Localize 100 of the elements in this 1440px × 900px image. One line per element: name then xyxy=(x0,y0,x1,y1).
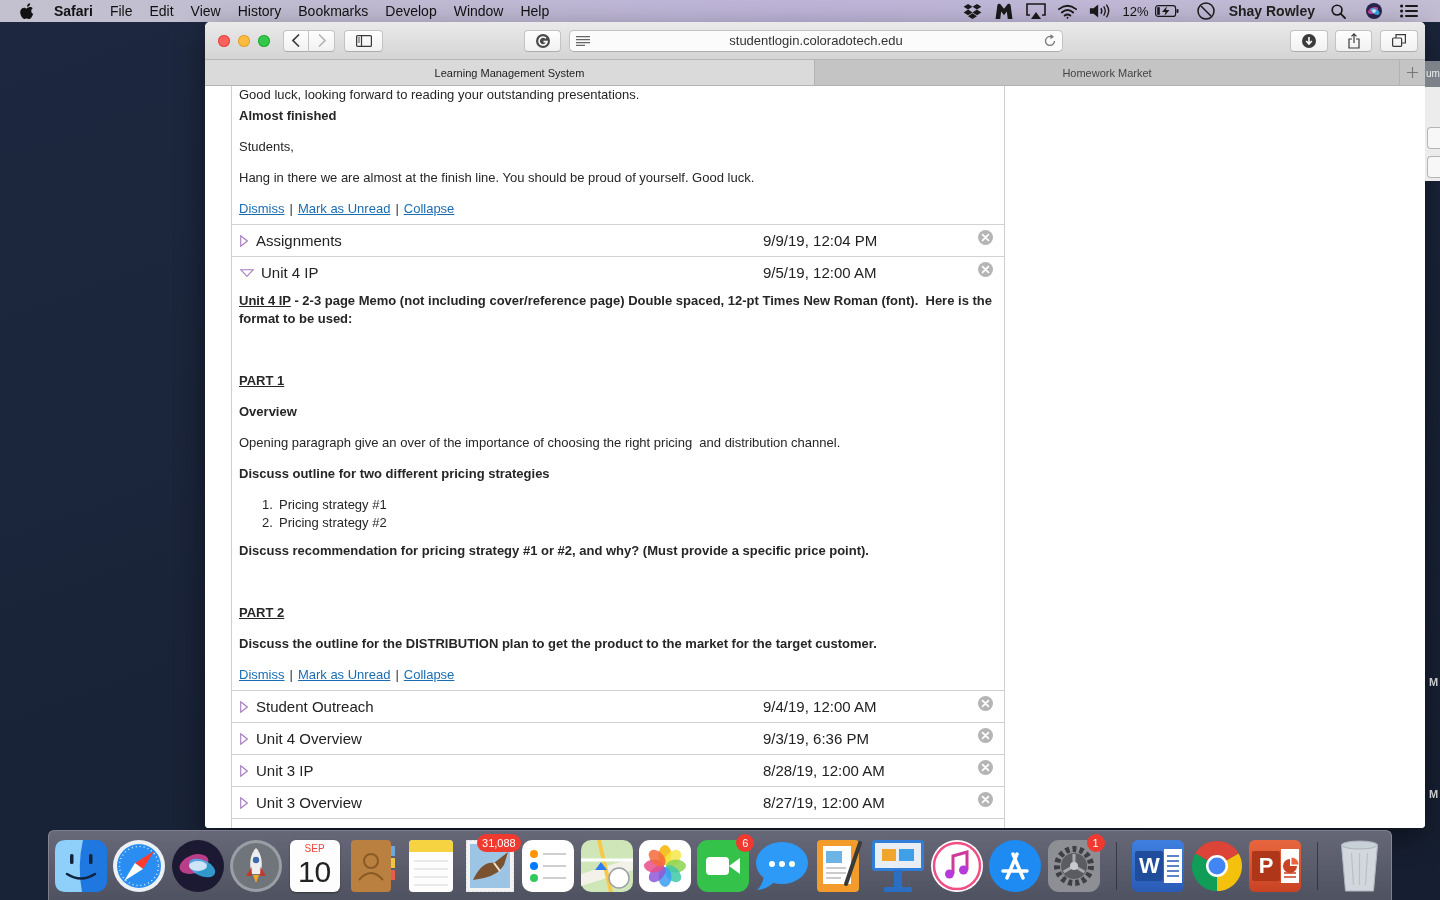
expand-triangle-icon[interactable] xyxy=(240,234,248,247)
speech-bubble-icon[interactable] xyxy=(755,839,808,892)
wifi-icon[interactable] xyxy=(1057,3,1077,19)
search-icon[interactable] xyxy=(1331,3,1346,19)
item-date: 9/4/19, 12:00 AM xyxy=(763,698,878,715)
document-tile[interactable]: W xyxy=(1132,839,1185,892)
calendar-tile[interactable]: SEP 10 xyxy=(289,839,340,892)
flower-icon[interactable] xyxy=(638,839,691,892)
orb-icon[interactable] xyxy=(171,839,224,892)
expand-triangle-icon[interactable] xyxy=(240,700,248,713)
url-text: studentlogin.coloradotech.edu xyxy=(728,33,904,48)
item-title[interactable]: Unit 4 IP xyxy=(261,264,319,281)
ring-arc-icon xyxy=(535,33,550,48)
app-letter: P xyxy=(1252,850,1281,881)
close-window-button[interactable] xyxy=(218,34,230,47)
smiling-face-icon[interactable] xyxy=(55,839,107,892)
paragraph-text: Hang in there we are almost at the finish line. You should be proud of yourself. Good luck. xyxy=(239,169,756,187)
address-book-icon[interactable] xyxy=(350,839,395,892)
music-note-icon[interactable] xyxy=(930,839,983,892)
link-separator: | xyxy=(289,200,293,218)
link-separator: | xyxy=(395,666,399,684)
crossed-lines-icon[interactable] xyxy=(989,839,1042,892)
stacked-diamonds-icon[interactable] xyxy=(962,3,982,19)
bold-heading: Discuss recommendation for pricing strategy #1 or #2, and why? (Must provide a specific price point). xyxy=(239,542,870,560)
section-heading: PART 2 xyxy=(239,604,286,622)
battery-percentage: 12% xyxy=(1122,3,1149,19)
app-menu[interactable]: Safari xyxy=(54,3,93,19)
item-date: 9/5/19, 12:00 AM xyxy=(763,264,878,281)
airplay-icon[interactable] xyxy=(1025,3,1046,19)
apple-icon[interactable] xyxy=(20,2,34,20)
user-name[interactable]: Shay Rowley xyxy=(1228,3,1315,19)
link-separator: | xyxy=(289,666,293,684)
menu-item[interactable]: Develop xyxy=(385,3,437,19)
tricolor-circle-icon[interactable] xyxy=(1190,839,1243,892)
map-icon[interactable] xyxy=(580,839,633,892)
chevron-right-icon xyxy=(317,34,326,47)
share-button[interactable] xyxy=(1335,29,1372,52)
share-icon xyxy=(1347,32,1360,49)
menu-item[interactable]: View xyxy=(190,3,221,19)
paragraph-text: Good luck, looking forward to reading your outstanding presentations. xyxy=(239,86,641,104)
expand-triangle-icon[interactable] xyxy=(240,764,248,777)
expand-triangle-icon[interactable] xyxy=(240,268,254,277)
reader-lines-icon[interactable] xyxy=(576,35,590,46)
pen-document-icon[interactable] xyxy=(817,839,864,892)
paragraph-text: Opening paragraph give an over of the importance of choosing the right pricing and distribution channel. xyxy=(239,434,842,452)
volume-icon[interactable] xyxy=(1088,3,1111,19)
expand-triangle-icon[interactable] xyxy=(240,732,248,745)
show-tabs-button[interactable] xyxy=(1380,29,1418,52)
menu-item[interactable]: History xyxy=(237,3,282,19)
expand-triangle-icon[interactable] xyxy=(240,796,248,809)
menu-item[interactable]: Help xyxy=(520,3,550,19)
notification-count: 1 xyxy=(1086,833,1105,852)
video-camera-icon[interactable] xyxy=(697,839,750,892)
reload-icon[interactable] xyxy=(1044,34,1056,47)
item-title[interactable]: Assignments xyxy=(256,232,342,249)
list-icon[interactable] xyxy=(1400,4,1418,18)
bold-heading: Almost finished xyxy=(239,107,338,125)
bold-heading: Discuss the outline for the DISTRIBUTION plan to get the product to the market for the target customer. xyxy=(239,635,878,653)
action-link[interactable]: Dismiss xyxy=(239,200,285,218)
bold-heading: Overview xyxy=(239,403,298,421)
pie-chart-page-icon xyxy=(1281,848,1300,883)
action-link[interactable]: Mark as Unread xyxy=(297,200,391,218)
desktop-label: M xyxy=(1429,676,1439,688)
desktop-label: M xyxy=(1429,788,1439,800)
link-separator: | xyxy=(395,200,399,218)
sidebar-button[interactable] xyxy=(344,29,383,52)
no-entry-circle-icon[interactable] xyxy=(1196,2,1215,20)
item-title[interactable]: Unit 4 Overview xyxy=(256,730,362,747)
menu-item[interactable]: File xyxy=(109,3,133,19)
extension-button[interactable] xyxy=(524,29,561,52)
compass-icon[interactable] xyxy=(113,839,166,892)
action-link[interactable]: Mark as Unread xyxy=(297,666,391,684)
item-title[interactable]: Student Outreach xyxy=(256,698,374,715)
notepad-icon[interactable] xyxy=(409,839,454,892)
section-heading: PART 1 xyxy=(239,372,286,390)
podium-icon[interactable] xyxy=(872,839,925,892)
action-link[interactable]: Collapse xyxy=(403,200,455,218)
browser-tab[interactable]: Learning Management System xyxy=(205,60,815,85)
menu-item[interactable]: Edit xyxy=(149,3,174,19)
item-title[interactable]: Unit 3 IP xyxy=(256,762,314,779)
checklist-icon[interactable] xyxy=(522,839,575,892)
gear-icon[interactable] xyxy=(1047,839,1100,892)
menu-item[interactable]: Window xyxy=(453,3,504,19)
menu-item[interactable]: Bookmarks xyxy=(298,3,369,19)
battery-charging-icon[interactable] xyxy=(1154,5,1179,17)
app-letter: W xyxy=(1135,850,1164,881)
action-link[interactable]: Collapse xyxy=(403,666,455,684)
numbered-list-item: 1. Pricing strategy #1 xyxy=(262,496,388,514)
download-arrow-icon xyxy=(1302,33,1316,48)
item-title[interactable]: Unit 3 Overview xyxy=(256,794,362,811)
double-peak-icon[interactable] xyxy=(993,3,1014,19)
address-bar[interactable]: studentlogin.coloradotech.edu xyxy=(569,29,1063,52)
action-link[interactable]: Dismiss xyxy=(239,666,285,684)
back-button[interactable] xyxy=(283,29,309,52)
trash-can-icon[interactable] xyxy=(1341,839,1379,892)
orb-icon[interactable] xyxy=(1366,3,1382,19)
chevron-left-icon xyxy=(292,34,300,47)
rocket-icon[interactable] xyxy=(230,839,283,892)
document-tile[interactable]: P xyxy=(1249,839,1302,892)
downloads-button[interactable] xyxy=(1290,29,1328,52)
